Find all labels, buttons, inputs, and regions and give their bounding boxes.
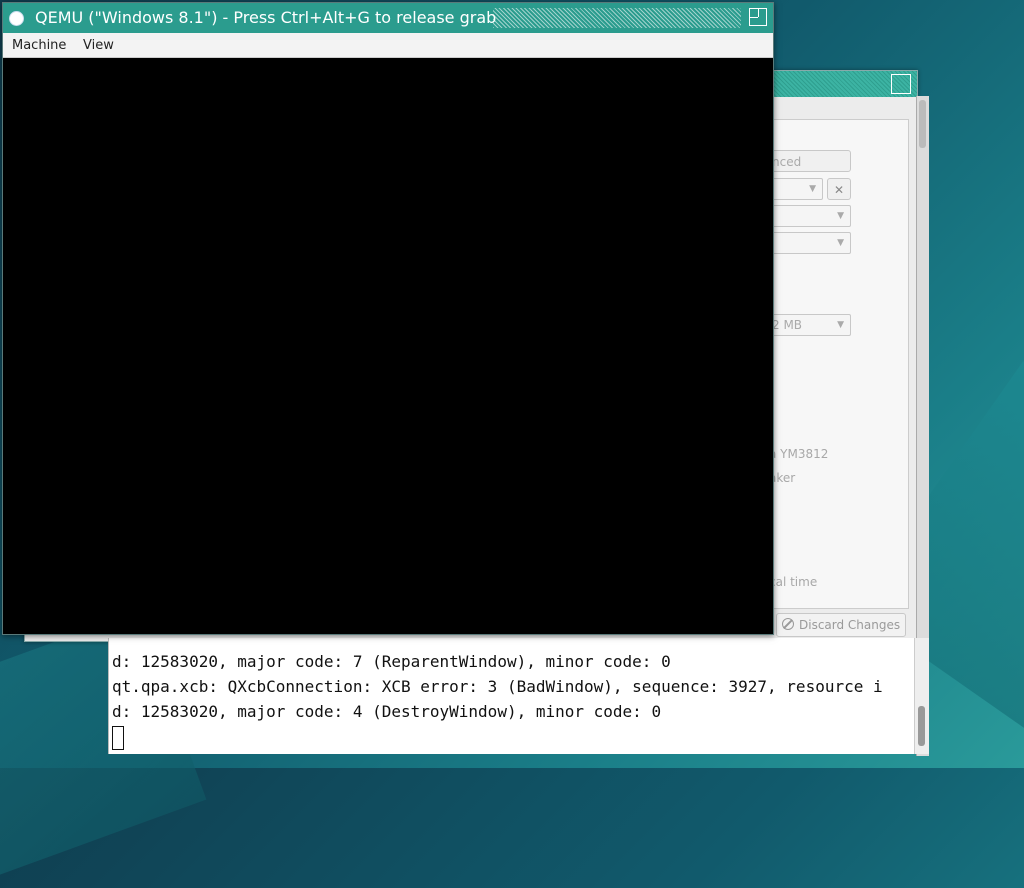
menu-machine[interactable]: Machine (12, 38, 66, 53)
window-title: QEMU ("Windows 8.1") - Press Ctrl+Alt+G … (35, 8, 497, 27)
qemu-window: QEMU ("Windows 8.1") - Press Ctrl+Alt+G … (2, 2, 774, 635)
chevron-down-icon: ▼ (837, 211, 844, 221)
terminal[interactable]: d: 12583020, major code: 7 (ReparentWind… (108, 638, 929, 754)
menu-view[interactable]: View (83, 38, 114, 53)
terminal-scrollbar[interactable] (914, 638, 929, 754)
wrench-icon: ✕ (833, 183, 845, 197)
chevron-down-icon: ▼ (837, 320, 844, 330)
scrollbar-thumb[interactable] (919, 100, 926, 148)
vm-display[interactable] (3, 58, 773, 634)
memory-combo[interactable]: 2 MB ▼ (765, 314, 851, 336)
maximize-icon[interactable] (749, 8, 767, 26)
maximize-icon[interactable] (891, 74, 911, 94)
chevron-down-icon: ▼ (837, 238, 844, 248)
terminal-line: qt.qpa.xcb: QXcbConnection: XCB error: 3… (112, 677, 883, 696)
terminal-line: d: 12583020, major code: 4 (DestroyWindo… (112, 702, 662, 721)
memory-value: 2 MB (772, 318, 803, 332)
menu-bar: Machine View (3, 33, 773, 58)
audio-option-label: a YM3812 (769, 447, 829, 461)
cancel-icon (782, 618, 794, 630)
advanced-button-label: nced (772, 155, 802, 169)
settings-combo[interactable]: ▼ (765, 232, 851, 254)
time-option-label: cal time (769, 575, 818, 589)
window-menu-icon[interactable] (9, 11, 24, 26)
qemu-titlebar[interactable]: QEMU ("Windows 8.1") - Press Ctrl+Alt+G … (3, 3, 773, 33)
tools-button[interactable]: ✕ (827, 178, 851, 200)
titlebar-grip (493, 8, 741, 28)
chevron-down-icon: ▼ (809, 184, 816, 194)
scrollbar-thumb[interactable] (918, 706, 925, 746)
settings-combo[interactable]: ▼ (765, 205, 851, 227)
terminal-cursor (112, 726, 124, 750)
advanced-button[interactable]: nced (765, 150, 851, 172)
terminal-line: d: 12583020, major code: 7 (ReparentWind… (112, 652, 671, 671)
discard-changes-label: Discard Changes (799, 618, 901, 632)
discard-changes-button[interactable]: Discard Changes (776, 613, 906, 637)
